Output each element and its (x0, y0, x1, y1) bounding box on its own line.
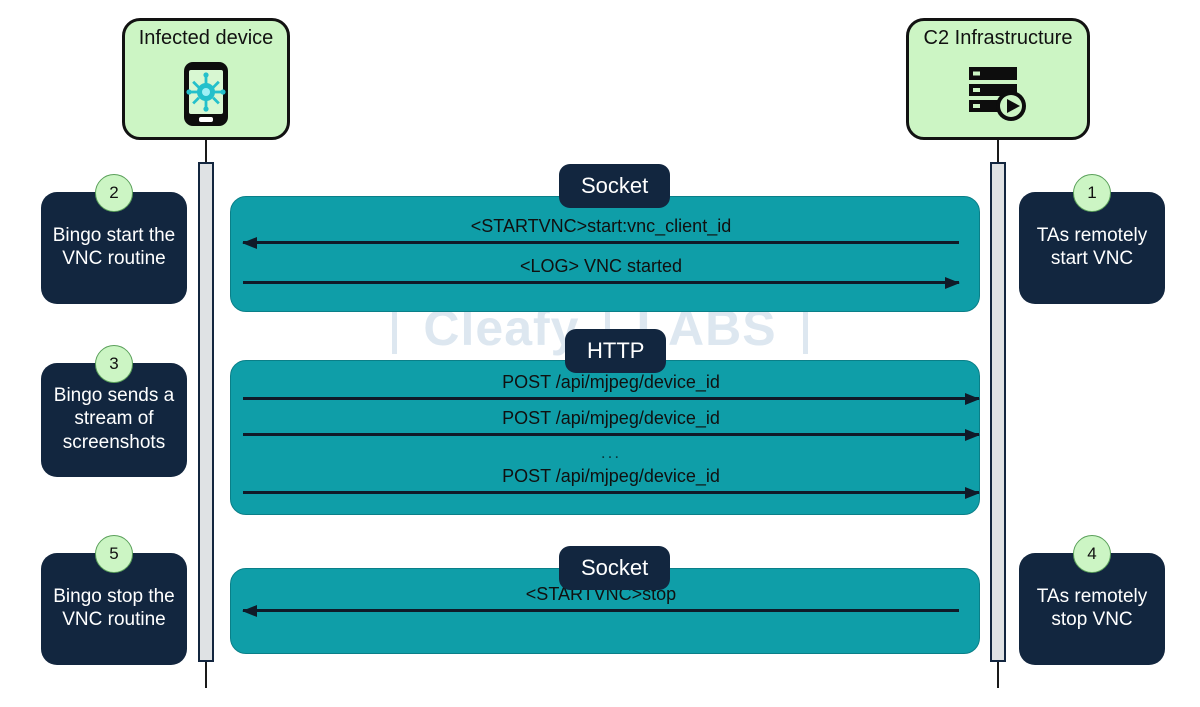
step-box-1[interactable]: 1 TAs remotely start VNC (1019, 174, 1165, 304)
actor-infected-device[interactable]: Infected device (122, 18, 290, 140)
step-badge-5: 5 (95, 535, 133, 573)
message-label: POST /api/mjpeg/device_id (502, 372, 720, 392)
message-ellipsis: ... (600, 443, 622, 462)
message-line (243, 433, 979, 436)
message-log-vnc-started: <LOG> VNC started (243, 252, 960, 289)
message-line (243, 609, 959, 612)
message-post-mjpeg-2: POST /api/mjpeg/device_id (243, 404, 980, 441)
step-box-5[interactable]: 5 Bingo stop the VNC routine (41, 535, 187, 665)
message-line (243, 241, 959, 244)
server-play-icon (967, 50, 1029, 137)
actor-infected-device-label: Infected device (138, 27, 274, 49)
lifeline-stub-device-bottom (205, 662, 207, 688)
step-box-4[interactable]: 4 TAs remotely stop VNC (1019, 535, 1165, 665)
step-badge-4: 4 (1073, 535, 1111, 573)
message-line (243, 281, 959, 284)
arrowhead-left-icon (242, 236, 257, 249)
message-label: <LOG> VNC started (519, 256, 683, 276)
message-post-mjpeg-3: POST /api/mjpeg/device_id (243, 462, 980, 499)
arrowhead-left-icon (242, 604, 257, 617)
message-startvnc-start: <STARTVNC>start:vnc_client_id (242, 212, 959, 249)
step-text: Bingo sends a stream of screenshots (53, 385, 175, 453)
message-line (243, 397, 979, 400)
message-label: POST /api/mjpeg/device_id (502, 408, 720, 428)
step-box-2[interactable]: 2 Bingo start the VNC routine (41, 174, 187, 304)
step-badge-1: 1 (1073, 174, 1111, 212)
fragment-tag-http: HTTP (565, 329, 667, 373)
message-label: POST /api/mjpeg/device_id (502, 466, 720, 486)
step-text: Bingo stop the VNC routine (53, 585, 175, 630)
lifeline-stub-c2-bottom (997, 662, 999, 688)
arrowhead-right-icon (965, 428, 980, 441)
arrowhead-right-icon (965, 392, 980, 405)
arrowhead-right-icon (965, 486, 980, 499)
sequence-diagram-canvas: Cleafy LABS Infected device C2 Infrastru… (0, 0, 1200, 707)
step-badge-2: 2 (95, 174, 133, 212)
fragment-tag-socket-stop: Socket (559, 546, 671, 590)
step-text: Bingo start the VNC routine (52, 224, 176, 269)
fragment-tag-socket-start: Socket (559, 164, 671, 208)
message-label: <STARTVNC>start:vnc_client_id (470, 216, 732, 236)
actor-c2-infrastructure-label: C2 Infrastructure (923, 27, 1073, 49)
infected-phone-icon (183, 50, 229, 137)
message-line (243, 491, 979, 494)
step-badge-3: 3 (95, 345, 133, 383)
activation-bar-c2 (990, 162, 1006, 662)
step-text: TAs remotely start VNC (1036, 224, 1148, 269)
actor-c2-infrastructure[interactable]: C2 Infrastructure (906, 18, 1090, 140)
arrowhead-right-icon (945, 276, 960, 289)
step-box-3[interactable]: 3 Bingo sends a stream of screenshots (41, 345, 187, 477)
step-text: TAs remotely stop VNC (1036, 585, 1148, 630)
activation-bar-device (198, 162, 214, 662)
